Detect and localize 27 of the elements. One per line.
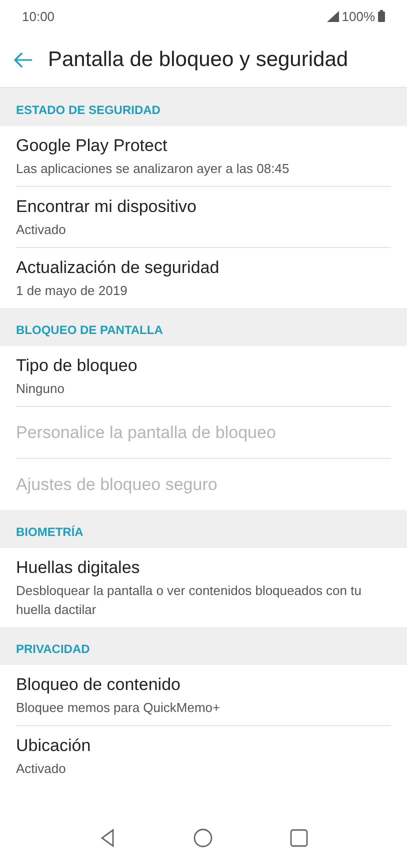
setting-summary: Ninguno bbox=[16, 380, 66, 398]
setting-summary: 1 de mayo de 2019 bbox=[16, 282, 128, 300]
setting-title[interactable]: Encontrar mi dispositivo bbox=[16, 196, 391, 218]
setting-title[interactable]: Ubicación bbox=[16, 735, 391, 757]
section-header: PRIVACIDAD bbox=[0, 627, 407, 665]
setting-title: Ajustes de bloqueo seguro bbox=[16, 474, 218, 496]
setting-summary: Activado bbox=[16, 221, 67, 239]
setting-summary: Bloquee memos para QuickMemo+ bbox=[16, 699, 222, 717]
section-header: BIOMETRÍA bbox=[0, 510, 407, 548]
battery-percent: 100% bbox=[342, 8, 375, 24]
setting-summary: Activado bbox=[16, 760, 67, 778]
setting-title[interactable]: Bloqueo de contenido bbox=[16, 674, 391, 696]
section-header: BLOQUEO DE PANTALLA bbox=[0, 308, 407, 346]
setting-title: Personalice la pantalla de bloqueo bbox=[16, 422, 277, 444]
setting-title[interactable]: Google Play Protect bbox=[16, 135, 391, 157]
setting-title[interactable]: Huellas digitales bbox=[16, 557, 391, 579]
signal-icon bbox=[326, 10, 339, 22]
home-icon[interactable] bbox=[192, 826, 214, 848]
setting-title[interactable]: Actualización de seguridad bbox=[16, 257, 391, 279]
status-time: 10:00 bbox=[22, 8, 55, 24]
setting-title[interactable]: Tipo de bloqueo bbox=[16, 355, 391, 377]
battery-icon bbox=[378, 10, 385, 22]
setting-summary: Las aplicaciones se analizaron ayer a las 08:45 bbox=[16, 160, 290, 178]
section-header: ESTADO DE SEGURIDAD bbox=[0, 88, 407, 126]
setting-summary: Desbloquear la pantalla o ver contenidos bloqueados con tu huella dactilar bbox=[16, 582, 362, 619]
screen-title: Pantalla de bloqueo y seguridad bbox=[48, 48, 348, 72]
recents-icon[interactable] bbox=[288, 826, 310, 848]
